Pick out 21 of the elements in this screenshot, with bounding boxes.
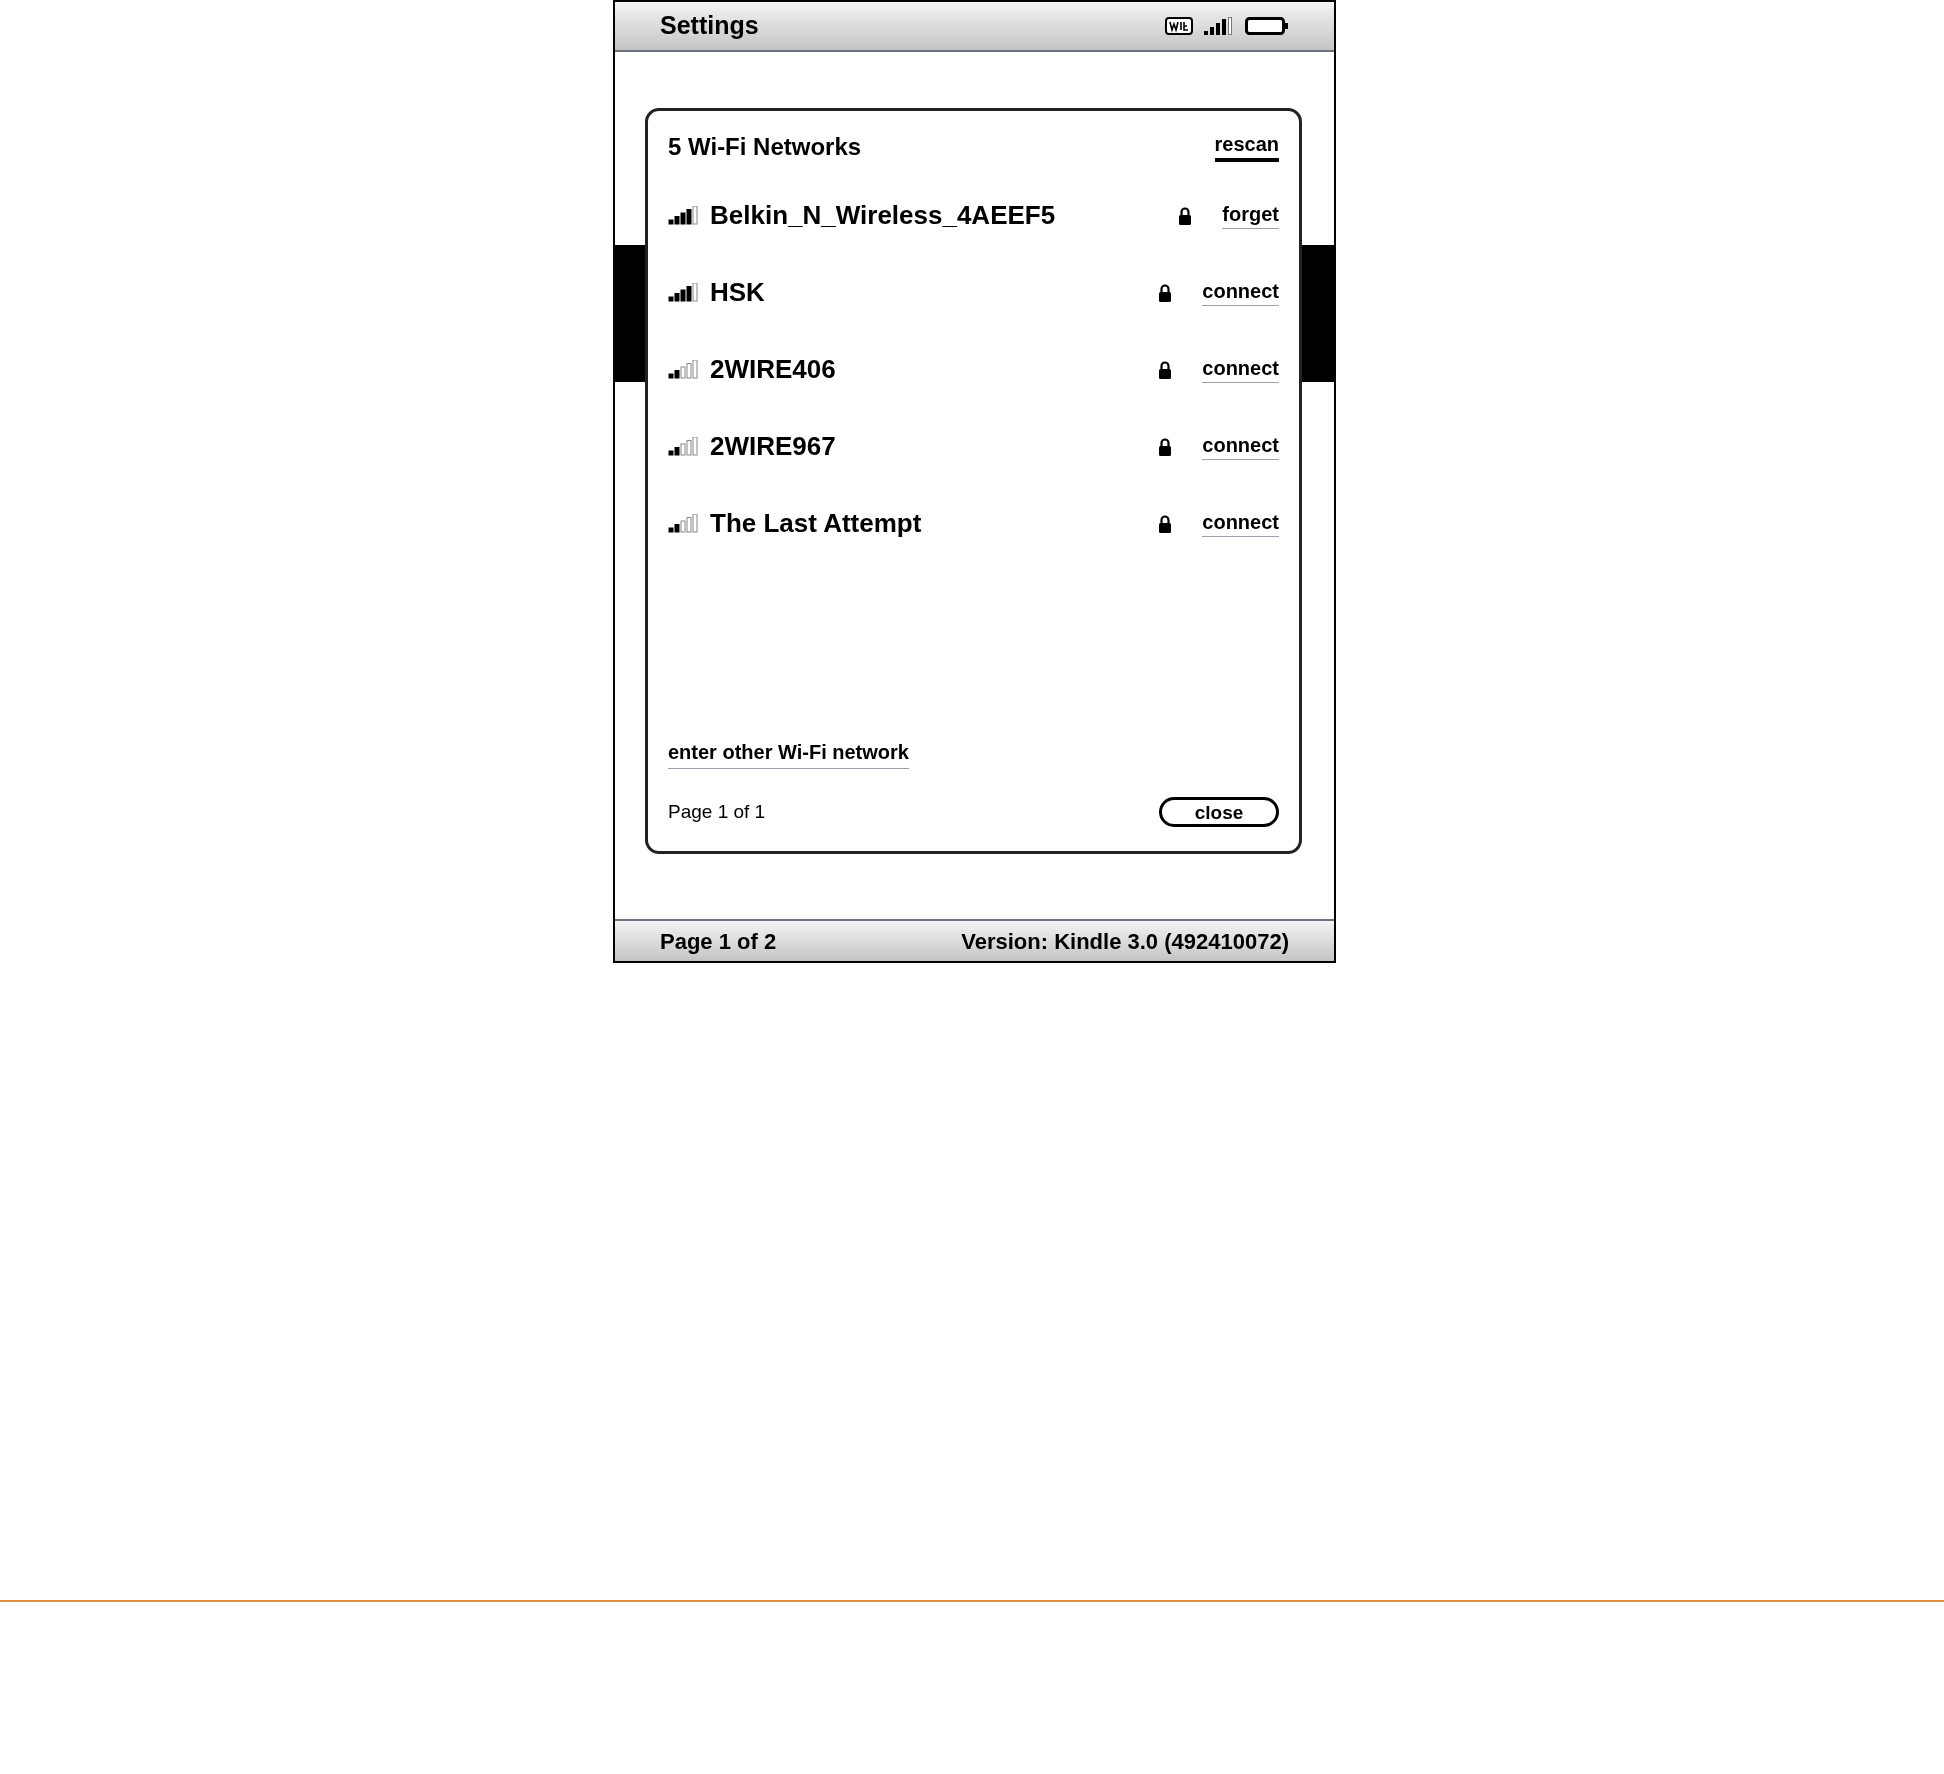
battery-icon bbox=[1245, 16, 1289, 36]
dialog-title: 5 Wi-Fi Networks bbox=[668, 132, 862, 162]
version-text: Version: Kindle 3.0 (492410072) bbox=[961, 927, 1289, 956]
network-name[interactable]: 2WIRE406 bbox=[710, 350, 1147, 389]
link[interactable]: connect bbox=[1202, 356, 1279, 383]
network-name[interactable]: Belkin_N_Wireless_4AEEF5 bbox=[710, 196, 1167, 235]
network-name[interactable]: 2WIRE967 bbox=[710, 427, 1147, 466]
page-count: Page 1 of 2 bbox=[660, 927, 777, 956]
link[interactable]: connect bbox=[1202, 433, 1279, 460]
network-name[interactable]: HSK bbox=[710, 273, 1147, 312]
link[interactable]: rescan bbox=[1214, 132, 1279, 162]
screen-title: Settings bbox=[660, 10, 759, 42]
network-name[interactable]: The Last Attempt bbox=[710, 504, 1147, 543]
other-network-link[interactable]: enter other Wi-Fi network bbox=[668, 737, 909, 769]
wifi-badge-icon bbox=[1165, 17, 1193, 35]
close-button[interactable]: close bbox=[1159, 797, 1279, 827]
page-indicator: Page 1 of 1 bbox=[668, 799, 766, 824]
link[interactable]: connect bbox=[1202, 279, 1279, 306]
signal-strength-icon bbox=[1203, 16, 1235, 36]
link[interactable]: forget bbox=[1222, 202, 1279, 229]
link[interactable]: connect bbox=[1202, 510, 1279, 537]
